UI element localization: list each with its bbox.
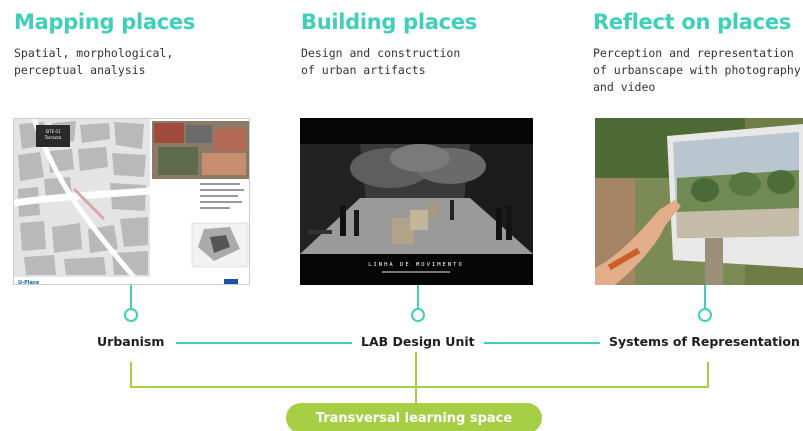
node-urbanism bbox=[124, 308, 138, 322]
node-representation bbox=[698, 308, 712, 322]
transversal-learning-label: Transversal learning space bbox=[315, 410, 513, 426]
transversal-learning-badge: Transversal learning space bbox=[286, 403, 542, 431]
unit-urbanism: Urbanism bbox=[97, 334, 165, 349]
transversal-bracket bbox=[130, 352, 709, 403]
node-lab-design bbox=[411, 308, 425, 322]
unit-lab-design: LAB Design Unit bbox=[361, 334, 475, 349]
connector-lines bbox=[124, 285, 712, 403]
unit-representation: Systems of Representation bbox=[609, 334, 800, 349]
